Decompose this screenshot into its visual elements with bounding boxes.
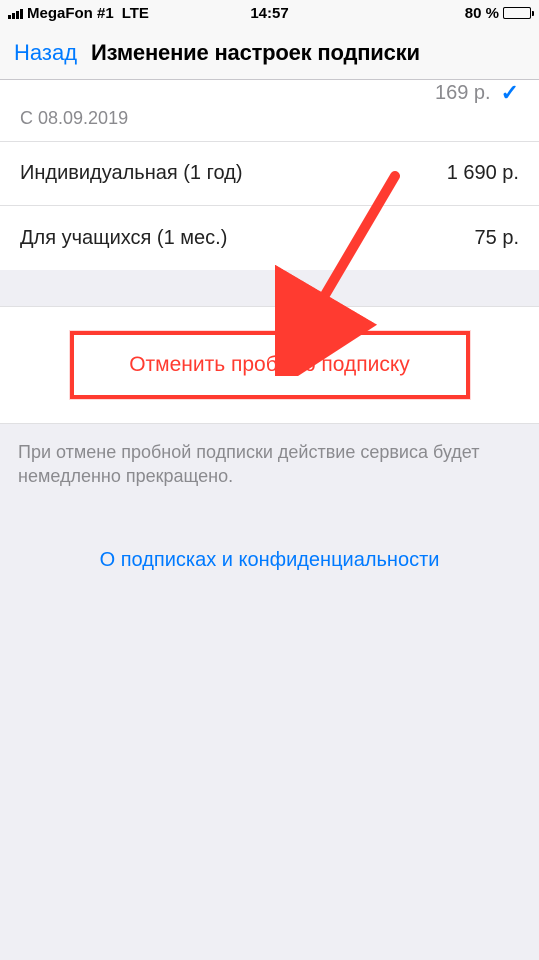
cancel-trial-button[interactable]: Отменить пробную подписку <box>80 347 460 383</box>
option-label: Индивидуальная (1 год) <box>20 162 242 185</box>
status-right: 80 % <box>465 5 531 22</box>
option-start-date: С 08.09.2019 <box>20 108 128 129</box>
carrier-label: MegaFon #1 <box>27 5 114 22</box>
option-price: 75 р. <box>475 227 519 250</box>
nav-bar: Назад Изменение настроек подписки <box>0 26 539 80</box>
back-button[interactable]: Назад <box>14 40 77 66</box>
option-price: 169 р. <box>435 82 491 105</box>
privacy-link[interactable]: О подписках и конфиденциальности <box>0 549 539 572</box>
option-row[interactable]: Для учащихся (1 мес.) 75 р. <box>0 206 539 270</box>
signal-icon <box>8 7 23 19</box>
network-label: LTE <box>122 5 149 22</box>
checkmark-icon: ✓ <box>501 80 519 106</box>
annotation-highlight-box: Отменить пробную подписку <box>70 331 470 399</box>
option-row[interactable]: Индивидуальная (1 год) 1 690 р. <box>0 142 539 206</box>
status-bar: MegaFon #1 LTE 14:57 80 % <box>0 0 539 26</box>
option-price: 1 690 р. <box>447 162 519 185</box>
cancel-section: Отменить пробную подписку <box>0 306 539 424</box>
cancel-note: При отмене пробной подписки действие сер… <box>0 424 539 489</box>
status-left: MegaFon #1 LTE <box>8 5 149 22</box>
page-title: Изменение настроек подписки <box>91 40 420 66</box>
subscription-options: 169 р. ✓ С 08.09.2019 Индивидуальная (1 … <box>0 80 539 270</box>
option-label: Для учащихся (1 мес.) <box>20 227 227 250</box>
battery-percent: 80 % <box>465 5 499 22</box>
option-selected[interactable]: 169 р. ✓ С 08.09.2019 <box>0 80 539 142</box>
battery-icon <box>503 7 531 19</box>
